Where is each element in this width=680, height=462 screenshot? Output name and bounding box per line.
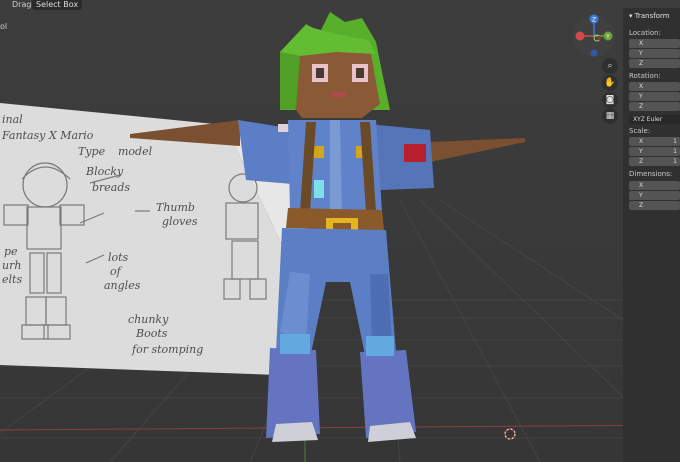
svg-text:Z: Z <box>592 17 596 24</box>
location-z-field[interactable]: Z <box>629 59 680 68</box>
character-model[interactable] <box>130 12 530 452</box>
3d-viewport[interactable]: inal Fantasy X Mario Type model Blocky b… <box>0 0 680 462</box>
left-arm <box>130 120 240 146</box>
sidebar-n-panel: ▾ Transform Location: X Y Z Rotation: X … <box>623 8 680 462</box>
gizmo-x-axis[interactable] <box>575 31 585 41</box>
sketch-note-side-3: elts <box>2 273 22 286</box>
rotation-label: Rotation: <box>629 72 661 80</box>
rotation-y-field[interactable]: Y <box>629 92 680 101</box>
location-x-field[interactable]: X <box>629 39 680 48</box>
location-y-field[interactable]: Y <box>629 49 680 58</box>
tool-label: ol <box>0 22 8 31</box>
pan-hand-icon[interactable]: ✋ <box>602 75 618 91</box>
rotation-z-field[interactable]: Z <box>629 102 680 111</box>
scale-z-field[interactable]: Z1 <box>629 157 680 166</box>
head <box>290 48 380 118</box>
drag-select-dropdown[interactable]: Select Box <box>32 0 83 10</box>
3d-cursor[interactable] <box>502 426 518 442</box>
viewport-header: Drag: Select Box <box>0 0 560 14</box>
sketch-note-lots: lots <box>108 251 129 264</box>
right-arm <box>430 138 525 162</box>
rotation-mode-dropdown[interactable]: XYZ Euler <box>629 115 680 124</box>
sketch-note-title-3: Type <box>78 145 106 158</box>
drag-label: Drag: <box>12 0 35 9</box>
camera-icon[interactable]: ◙ <box>602 92 618 108</box>
svg-text:Y: Y <box>605 34 610 41</box>
transform-title: Transform <box>634 12 670 20</box>
dimensions-label: Dimensions: <box>629 170 673 178</box>
navigation-gizmo[interactable]: Z Y <box>572 14 616 58</box>
dimensions-z-field[interactable]: Z <box>629 201 680 210</box>
sketch-note-title-2: Fantasy X Mario <box>1 129 94 142</box>
location-label: Location: <box>629 29 661 37</box>
chevron-down-icon: ▾ <box>629 12 633 20</box>
dimensions-y-field[interactable]: Y <box>629 191 680 200</box>
sketch-note-breads: breads <box>92 181 130 194</box>
sketch-note-side-1: pe <box>4 245 18 258</box>
scale-y-field[interactable]: Y1 <box>629 147 680 156</box>
dimensions-x-field[interactable]: X <box>629 181 680 190</box>
scale-x-field[interactable]: X1 <box>629 137 680 146</box>
zoom-icon[interactable]: ⌕ <box>602 58 618 74</box>
sketch-note-title-1: inal <box>2 113 23 126</box>
rotation-x-field[interactable]: X <box>629 82 680 91</box>
sketch-note-blocky: Blocky <box>85 165 124 178</box>
transform-panel-header[interactable]: ▾ Transform <box>629 12 670 20</box>
scale-label: Scale: <box>629 127 651 135</box>
sketch-note-side-2: urh <box>2 259 21 272</box>
grid-view-icon[interactable]: ▦ <box>602 108 618 124</box>
